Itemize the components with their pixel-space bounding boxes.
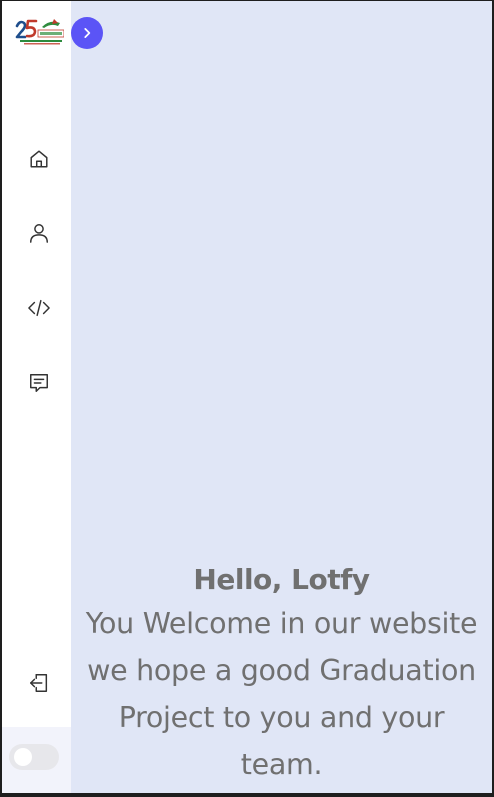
sidebar-item-messages[interactable]	[26, 370, 52, 396]
logout-button[interactable]	[26, 670, 52, 696]
sidebar-item-projects[interactable]	[26, 295, 52, 321]
code-icon	[28, 299, 50, 317]
welcome-message: You Welcome in our website we hope a goo…	[85, 607, 478, 781]
home-icon	[30, 150, 48, 168]
message-icon	[30, 374, 48, 392]
app-frame: Hello, Lotfy You Welcome in our website …	[0, 0, 494, 797]
main-content: Hello, Lotfy You Welcome in our website …	[71, 1, 492, 793]
greeting-title: Hello, Lotfy	[193, 563, 370, 596]
sidebar-item-profile[interactable]	[26, 220, 52, 246]
user-icon	[30, 224, 48, 243]
future-25-logo-icon	[15, 19, 64, 45]
theme-toggle-area	[2, 727, 71, 793]
sidebar-item-home[interactable]	[26, 146, 52, 172]
logo	[14, 17, 64, 49]
logout-icon	[30, 674, 48, 692]
theme-toggle[interactable]	[9, 744, 59, 770]
toggle-knob	[14, 748, 32, 766]
welcome-section: Hello, Lotfy You Welcome in our website …	[71, 560, 492, 788]
sidebar	[2, 1, 71, 793]
